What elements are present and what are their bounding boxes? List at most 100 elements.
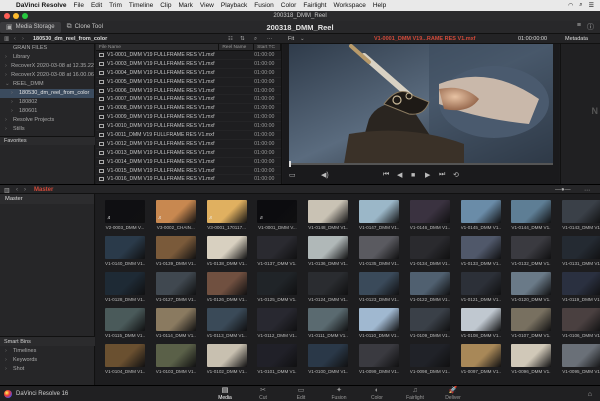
page-tab-edit[interactable]: ▭ Edit (281, 387, 321, 401)
file-row[interactable]: V1-0011_DMM V19 FULLFRAME RES V1.mxf 01:0… (96, 131, 281, 140)
menu-item-workspace[interactable]: Workspace (333, 2, 365, 9)
clip-thumbnail[interactable]: V1-0125_DMM V1... (257, 272, 298, 302)
clip-thumbnail[interactable]: V1-0131_DMM V1... (562, 236, 600, 266)
viewer-layout-icon[interactable]: ▭ (289, 171, 296, 179)
play-icon[interactable]: ▶ (425, 171, 430, 179)
disclosure-icon[interactable] (5, 44, 10, 53)
clip-thumbnail[interactable]: V1-0107_DMM V1... (511, 308, 552, 338)
page-tab-color[interactable]: ◐ Color (357, 387, 397, 401)
storage-item[interactable]: ⌄ REEL_DMM (0, 80, 94, 89)
sort-icon[interactable]: ⇅ (240, 36, 245, 42)
storage-item[interactable]: › RecoverX 2020-03-08 at 12.35.22 (0, 62, 94, 71)
media-storage-button[interactable]: ▣ Media Storage (0, 21, 61, 33)
page-tab-deliver[interactable]: 🚀 Deliver (433, 387, 473, 401)
clip-thumbnail[interactable]: V1-0097_DMM V1... (460, 344, 501, 374)
menu-item-view[interactable]: View (200, 2, 214, 9)
storage-item[interactable]: › Stills (0, 125, 94, 134)
favorites-header[interactable]: Favorites (0, 136, 95, 145)
clip-thumbnail[interactable]: V1-0147_DMM V1... (359, 200, 399, 230)
menu-item-davinci-resolve[interactable]: DaVinci Resolve (16, 2, 66, 9)
smart-bin-item[interactable]: › Keywords (0, 356, 95, 365)
page-tab-fairlight[interactable]: ♫ Fairlight (395, 387, 435, 401)
clip-thumbnail[interactable]: V1-0146_DMM V1... (409, 200, 450, 230)
clip-thumbnail[interactable]: V1-0104_DMM V1... (105, 344, 145, 374)
file-row[interactable]: V1-0009_DMM V19 FULLFRAME RES V1.mxf 01:0… (96, 113, 281, 123)
disclosure-icon[interactable]: › (5, 62, 8, 71)
disclosure-icon[interactable]: › (5, 347, 10, 356)
storage-item[interactable]: › Library (0, 53, 94, 62)
clip-thumbnail[interactable]: ♬ V2-0003_DMM V... (105, 200, 145, 230)
search-icon[interactable]: ⌕ (579, 2, 582, 9)
clip-thumbnail[interactable]: V1-0122_DMM V1... (409, 272, 450, 302)
column-file-name[interactable]: File Name (96, 44, 220, 50)
menu-item-fusion[interactable]: Fusion (254, 2, 274, 9)
clip-thumbnail[interactable]: V1-0098_DMM V1... (409, 344, 450, 374)
menu-item-clip[interactable]: Clip (160, 2, 171, 9)
clip-thumbnail[interactable]: V1-0134_DMM V1... (409, 236, 450, 266)
more-options-icon[interactable]: ⋯ (584, 187, 590, 194)
list-view-icon[interactable]: ☷ (228, 36, 233, 42)
file-row[interactable]: V1-0008_DMM V19 FULLFRAME RES V1.mxf 01:0… (96, 104, 281, 114)
clip-thumbnail[interactable]: V1-0103_DMM V1... (155, 344, 196, 374)
column-reel-name[interactable]: Reel Name (219, 44, 255, 50)
menu-item-file[interactable]: File (73, 2, 83, 9)
clip-thumbnail[interactable]: V1-0137_DMM V1... (257, 236, 298, 266)
clip-thumbnail[interactable]: V1-0120_DMM V1... (511, 272, 552, 302)
scrubber-bar[interactable] (289, 161, 553, 167)
clip-thumbnail[interactable]: V1-0143_DMM V1... (562, 200, 600, 230)
clip-thumbnail[interactable]: V1-0133_DMM V1... (460, 236, 501, 266)
clip-thumbnail[interactable]: V1-0106_DMM V1... (562, 308, 600, 338)
nav-back-icon[interactable]: ‹ (14, 36, 16, 42)
file-row[interactable]: V1-0015_DMM V19 FULLFRAME RES V1.mxf 01:0… (96, 167, 281, 176)
zoom-fit-dropdown[interactable]: Fit (288, 36, 294, 42)
more-options-icon[interactable]: ⋯ (267, 36, 273, 42)
storage-item[interactable]: › 180530_dm_reel_from_color (0, 89, 94, 98)
nav-back-icon[interactable]: ‹ (16, 187, 18, 193)
clip-thumbnail[interactable]: V1-0101_DMM V1... (257, 344, 298, 374)
disclosure-icon[interactable]: › (5, 125, 10, 134)
menu-item-color[interactable]: Color (281, 2, 297, 9)
clip-thumbnail[interactable]: V1-0128_DMM V1... (105, 272, 145, 302)
clip-thumbnail[interactable]: V1-0126_DMM V1... (206, 272, 247, 302)
clip-thumbnail[interactable]: V1-0111_DMM V1... (308, 308, 349, 338)
bin-list-toggle-icon[interactable]: ▥ (4, 187, 10, 194)
clip-thumbnail[interactable]: V1-0109_DMM V1... (409, 308, 450, 338)
smart-bin-item[interactable]: › Timelines (0, 347, 95, 356)
file-row[interactable]: V1-0007_DMM V19 FULLFRAME RES V1.mxf 01:0… (96, 95, 281, 105)
clip-thumbnail[interactable]: ♬ V3-0002_CHAIN... (155, 200, 196, 230)
clip-thumbnail[interactable]: V1-0135_DMM V1... (359, 236, 399, 266)
minimize-window-button[interactable] (13, 13, 19, 19)
clip-thumbnail[interactable]: V1-0123_DMM V1... (359, 272, 399, 302)
menu-item-playback[interactable]: Playback (221, 2, 247, 9)
file-row[interactable]: V1-0004_DMM V19 FULLFRAME RES V1.mxf 01:0… (96, 69, 281, 78)
menu-item-mark[interactable]: Mark (178, 2, 192, 9)
page-tab-cut[interactable]: ✂ Cut (243, 387, 283, 401)
master-bin[interactable]: Master (0, 194, 94, 204)
stop-icon[interactable]: ■ (411, 172, 415, 179)
volume-icon[interactable]: ◀) (321, 171, 329, 179)
file-row[interactable]: V1-0012_DMM V19 FULLFRAME RES V1.mxf 01:0… (96, 140, 281, 149)
column-start-tc[interactable]: Start TC (254, 44, 281, 50)
file-row[interactable]: V1-0005_DMM V19 FULLFRAME RES V1.mxf 01:0… (96, 78, 281, 87)
chevron-down-icon[interactable]: ⌄ (300, 36, 305, 42)
clip-thumbnail[interactable]: V1-0099_DMM V1... (359, 344, 399, 374)
clip-thumbnail[interactable]: V1-0115_DMM V1... (105, 308, 145, 338)
clip-thumbnail[interactable]: V1-0121_DMM V1... (460, 272, 501, 302)
loop-icon[interactable]: ⟲ (453, 171, 459, 179)
menu-item-fairlight[interactable]: Fairlight (303, 2, 326, 9)
skip-to-end-icon[interactable]: ⏭ (439, 171, 445, 179)
clip-thumbnail[interactable]: V1-0114_DMM V1... (155, 308, 196, 338)
project-settings-icon[interactable]: ⌂ (588, 391, 592, 398)
video-frame[interactable] (289, 44, 553, 164)
search-icon[interactable]: ⌕ (254, 36, 257, 43)
clip-thumbnail[interactable]: V1-0095_DMM V1... (562, 344, 600, 374)
skip-to-start-icon[interactable]: ⏮ (383, 171, 389, 179)
file-row[interactable]: V1-0001_DMM V19 FULLFRAME RES V1.mxf 01:0… (96, 51, 281, 60)
storage-item[interactable]: GRAIN FILES (0, 44, 94, 53)
file-row[interactable]: V1-0013_DMM V19 FULLFRAME RES V1.mxf 01:0… (96, 149, 281, 158)
file-row[interactable]: V1-0010_DMM V19 FULLFRAME RES V1.mxf 01:0… (96, 122, 281, 132)
clip-thumbnail[interactable]: V1-0102_DMM V1... (206, 344, 247, 374)
metadata-tab[interactable]: Metadata (565, 36, 588, 42)
disclosure-icon[interactable]: ⌄ (5, 80, 10, 89)
menu-item-edit[interactable]: Edit (91, 2, 102, 9)
